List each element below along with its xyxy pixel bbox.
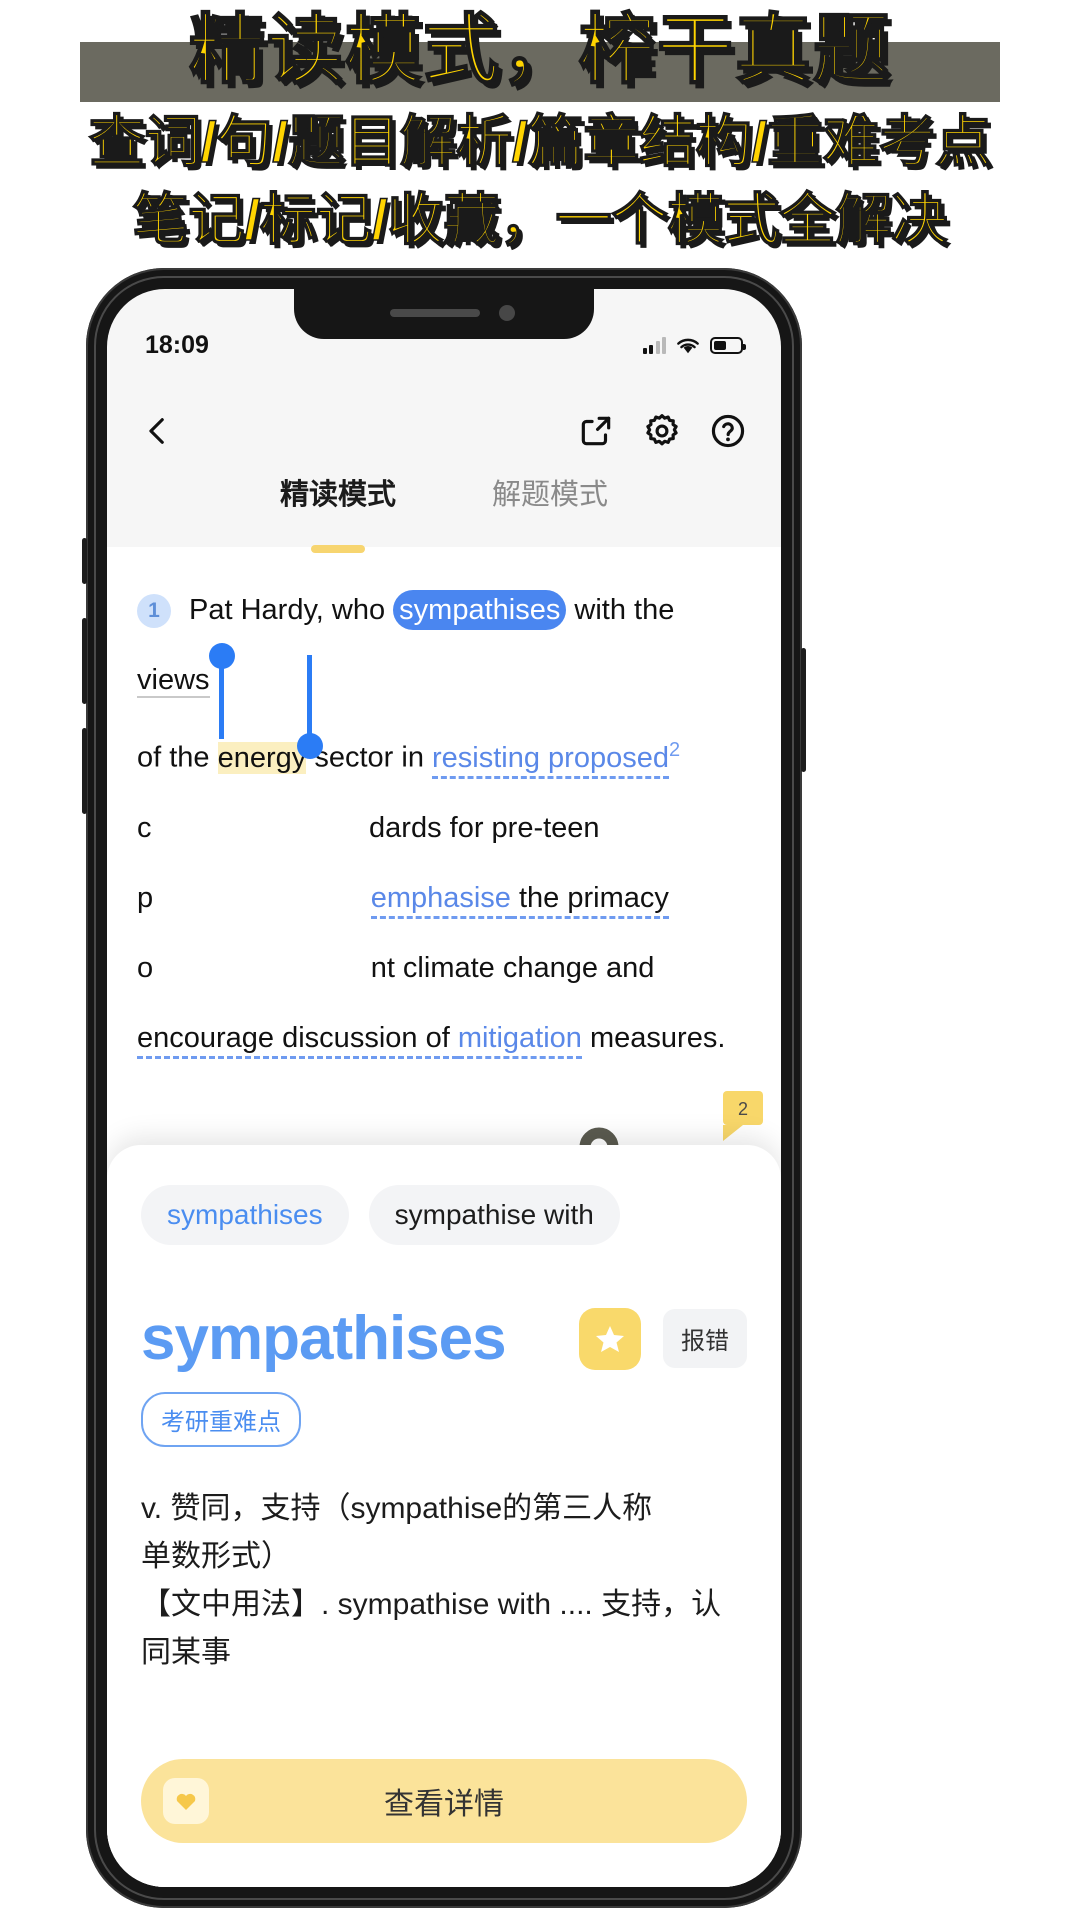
status-time: 18:09 — [145, 330, 209, 359]
battery-icon — [710, 336, 746, 354]
tab-intensive-reading[interactable]: 精读模式 — [279, 471, 396, 553]
promo-title: 精读模式，榨干真题 — [188, 7, 891, 94]
earpiece-speaker — [390, 309, 480, 317]
exam-keypoint-tag: 考研重难点 — [141, 1392, 301, 1447]
share-external-icon[interactable] — [577, 412, 615, 450]
definition-line-2: 单数形式） — [141, 1540, 291, 1573]
cellular-signal-icon — [642, 336, 666, 354]
app-navbar — [107, 397, 781, 465]
wifi-icon — [677, 338, 699, 353]
view-details-label: 查看详情 — [384, 1788, 504, 1821]
phone-notch — [294, 289, 594, 339]
definition-line-4: 同某事 — [141, 1636, 231, 1669]
phone-power-button — [801, 648, 806, 772]
inline-note-marker-1[interactable]: 2 — [669, 739, 680, 761]
article-text-7: p — [137, 881, 154, 914]
phone-mute-switch — [82, 538, 87, 584]
favorite-star-button[interactable] — [579, 1307, 641, 1370]
dictionary-tag-row: 考研重难点 — [141, 1392, 747, 1447]
chevron-left-icon[interactable] — [141, 414, 175, 448]
article-text-6: dards for pre-teen — [369, 811, 600, 844]
phone-volume-down-button — [82, 728, 87, 814]
status-indicators — [642, 336, 746, 355]
reading-content: 1 Pat Hardy, who sympathises with the vie… — [107, 547, 781, 1887]
selection-handle-right-bar[interactable] — [307, 655, 312, 739]
dictionary-report-button[interactable]: 报错 — [663, 1309, 747, 1368]
selected-word-sympathises[interactable]: sympathises — [393, 590, 567, 630]
dictionary-headword-row: sympathises 报错 — [141, 1303, 747, 1374]
svg-text:2: 2 — [738, 1099, 748, 1119]
article-text-2: with the — [566, 594, 675, 626]
tab-problem-solving-label: 解题模式 — [492, 479, 609, 511]
article-text-4: sector in — [306, 741, 433, 774]
heart-badge-icon — [163, 1778, 209, 1824]
word-mitigation[interactable]: mitigation — [457, 1021, 582, 1059]
dictionary-chip-row: sympathises sympathise with — [141, 1185, 747, 1245]
article-text-3: of the — [137, 741, 218, 774]
phone-mockup: 18:09 精读模式 解题模式 1 Pat Hardy, who sympath… — [82, 268, 806, 1908]
navbar-actions — [577, 412, 747, 450]
phrase-resisting-proposed[interactable]: resisting proposed — [432, 741, 669, 779]
chip-sympathises[interactable]: sympathises — [141, 1185, 349, 1245]
tab-active-underline — [310, 545, 365, 553]
word-views[interactable]: views — [137, 664, 210, 698]
definition-line-1: v. 赞同，支持（sympathise的第三人称 — [141, 1492, 653, 1525]
dictionary-bottom-sheet: sympathises sympathise with sympathises … — [107, 1145, 781, 1887]
article-body: 1 Pat Hardy, who sympathises with the vie… — [107, 575, 781, 1073]
promo-subtitle-line-2: 笔记/标记/收藏，一个模式全解决 — [132, 187, 949, 252]
article-text-1: Pat Hardy, who — [189, 594, 394, 626]
selection-handle-end[interactable] — [297, 733, 323, 759]
star-filled-icon — [596, 1325, 624, 1352]
article-text-12: measures. — [581, 1021, 726, 1054]
word-emphasise[interactable]: emphasise — [370, 881, 511, 919]
page-root: 精读模式，榨干真题 查词/句/题目解析/篇章结构/重难考点 笔记/标记/收藏，一… — [0, 0, 1080, 1920]
chip-sympathise-with[interactable]: sympathise with — [368, 1185, 620, 1245]
question-circle-icon[interactable] — [709, 412, 747, 450]
dictionary-headword: sympathises — [141, 1304, 507, 1373]
view-details-button[interactable]: 查看详情 — [141, 1759, 747, 1843]
paragraph-number-badge: 1 — [137, 594, 171, 629]
selection-handle-start[interactable] — [209, 643, 235, 669]
gear-icon[interactable] — [643, 412, 681, 450]
promo-subtitle-line-1: 查词/句/题目解析/篇章结构/重难考点 — [88, 109, 992, 174]
dictionary-definitions: v. 赞同，支持（sympathise的第三人称 单数形式） 【文中用法】. s… — [141, 1485, 747, 1677]
phone-volume-up-button — [82, 618, 87, 704]
tab-problem-solving[interactable]: 解题模式 — [492, 471, 608, 547]
definition-line-3: 【文中用法】. sympathise with .... 支持，认 — [141, 1588, 722, 1621]
article-text-9: o — [137, 951, 154, 984]
mode-tabs: 精读模式 解题模式 — [107, 471, 781, 553]
article-text-5: c — [137, 811, 152, 844]
phone-screen: 18:09 精读模式 解题模式 1 Pat Hardy, who sympath… — [107, 289, 781, 1887]
article-text-8: the primacy — [510, 881, 669, 919]
article-text-11: encourage discussion of — [137, 1021, 458, 1059]
front-camera — [499, 305, 515, 321]
word-energy-highlight[interactable]: energy — [217, 741, 307, 774]
flag-marker-icon[interactable]: 2 — [721, 1089, 767, 1143]
article-text-10: nt climate change and — [370, 951, 655, 984]
tab-intensive-reading-label: 精读模式 — [279, 479, 396, 511]
